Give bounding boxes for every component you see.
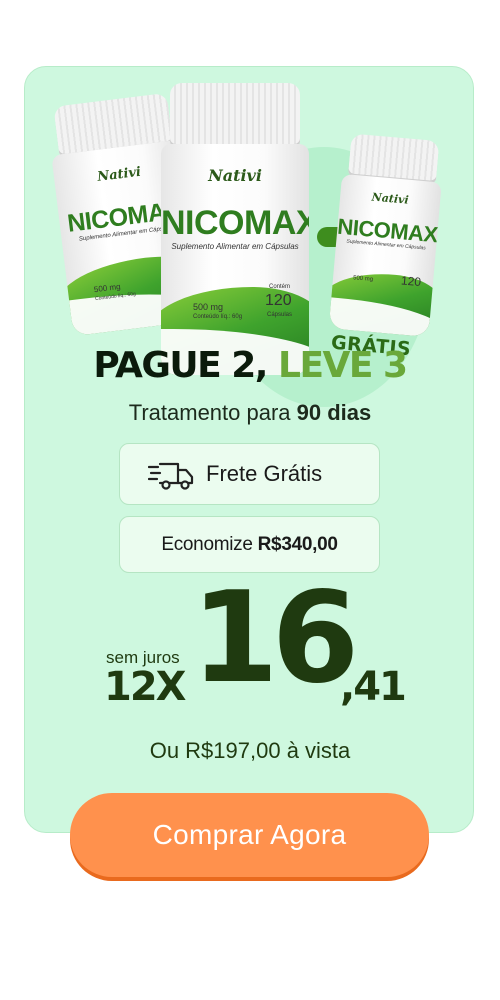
bottle-capsule-count: 120 bbox=[400, 273, 422, 290]
shipping-badge: Frete Grátis bbox=[119, 443, 380, 505]
bottle-dosage: 500 mg bbox=[193, 302, 224, 313]
bottle-brand: Nativi bbox=[371, 190, 410, 207]
savings-value: R$340,00 bbox=[257, 534, 338, 555]
bottle-subtitle: Suplemento Alimentar em Cápsulas bbox=[171, 242, 299, 252]
treatment-days: 90 dias bbox=[296, 400, 372, 425]
bottle-net-content: Conteúdo líq.: 60g bbox=[193, 314, 243, 321]
savings-label: Economize R$340,00 bbox=[120, 534, 379, 556]
bottle-capsule-count: 120 bbox=[265, 292, 292, 310]
installment-price-decimal: ,41 bbox=[340, 664, 407, 710]
treatment-prefix: Tratamento para bbox=[128, 400, 297, 425]
shipping-label: Frete Grátis bbox=[206, 461, 323, 486]
bottle-contains-label: Contém bbox=[269, 284, 291, 291]
installments-count: 12X bbox=[104, 664, 187, 710]
bottle-body: Nativi NICOMAX Suplemento Alimentar em C… bbox=[161, 144, 309, 375]
truck-icon bbox=[148, 462, 194, 490]
offer-headline: PAGUE 2, LEVE 3 bbox=[0, 345, 500, 386]
treatment-duration: Tratamento para 90 dias bbox=[0, 400, 500, 426]
savings-prefix: Economize bbox=[161, 534, 258, 555]
buy-now-button[interactable]: Comprar Agora bbox=[70, 793, 429, 877]
product-bottle-free: Nativi NICOMAX Suplemento Alimentar em C… bbox=[328, 133, 446, 337]
bottle-capsule-label: Cápsulas bbox=[267, 312, 293, 319]
headline-take: LEVE 3 bbox=[278, 345, 408, 386]
cash-price: Ou R$197,00 à vista bbox=[149, 738, 351, 763]
bottle-brand: Nativi bbox=[208, 166, 262, 186]
product-bottle-front: Nativi NICOMAX Suplemento Alimentar em C… bbox=[161, 83, 309, 375]
headline-pay: PAGUE 2, bbox=[93, 345, 268, 386]
bottle-cap bbox=[169, 83, 301, 148]
bottle-product-name: NICOMAX bbox=[161, 204, 309, 243]
bottle-body: Nativi NICOMAX Suplemento Alimentar em C… bbox=[328, 174, 442, 337]
installment-price-integer: 16 bbox=[191, 564, 359, 711]
buy-now-label: Comprar Agora bbox=[152, 819, 347, 850]
